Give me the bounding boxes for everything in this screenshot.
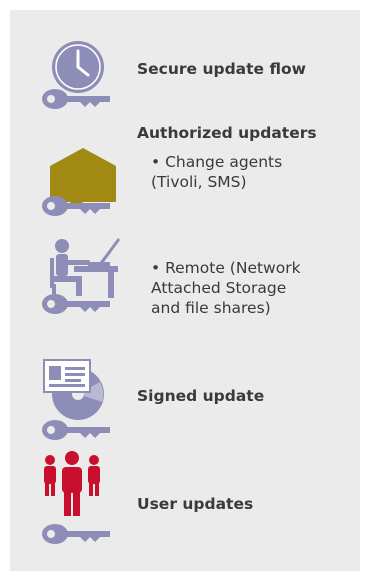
person-at-desk-key-icon — [38, 232, 138, 322]
bullet-line: Attached Storage — [151, 279, 287, 297]
clock-key-icon — [38, 37, 138, 119]
package-key-icon — [38, 144, 138, 226]
update-flow-panel: Secure update flow Authorized updaters •… — [10, 10, 360, 571]
certificate-disc-key-icon — [38, 356, 138, 446]
secure-update-flow-label: Secure update flow — [137, 60, 306, 78]
remote-bullet: • Remote (Network Attached Storage and f… — [151, 258, 301, 318]
authorized-updaters-label: Authorized updaters — [137, 124, 317, 142]
bullet-line: (Tivoli, SMS) — [151, 173, 247, 191]
people-key-icon — [38, 450, 138, 550]
user-updates-label: User updates — [137, 495, 254, 513]
signed-update-label: Signed update — [137, 387, 265, 405]
change-agents-bullet: • Change agents (Tivoli, SMS) — [151, 152, 282, 192]
bullet-line: • Remote (Network — [151, 259, 301, 277]
bullet-line: and file shares) — [151, 299, 271, 317]
bullet-line: • Change agents — [151, 153, 283, 171]
